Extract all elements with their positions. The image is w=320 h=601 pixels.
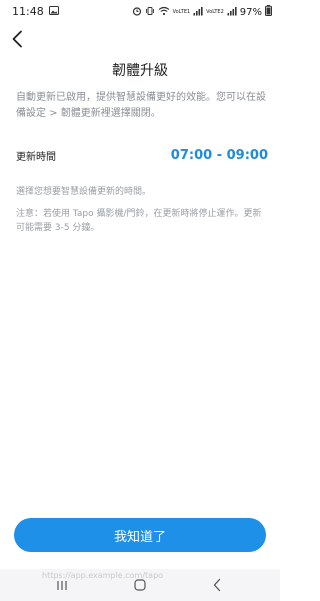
- signal-icon-1: [193, 6, 203, 19]
- gallery-notification-icon: [48, 5, 59, 18]
- status-right: VoLTE1 VoLTE2 97%: [132, 5, 272, 19]
- chevron-left-icon: [12, 30, 22, 48]
- update-time-hint: 選擇您想要智慧設備更新的時間。: [16, 187, 152, 197]
- recent-apps-button[interactable]: [53, 577, 71, 593]
- signal-icon-2: [227, 6, 237, 19]
- page-title: 韌體升級: [112, 63, 168, 79]
- update-time-row[interactable]: 更新時間 07:00 - 09:00: [16, 148, 268, 163]
- vibrate-icon: [145, 6, 155, 19]
- volte1-label: VoLTE1: [172, 8, 191, 15]
- confirm-button[interactable]: 我知道了: [14, 518, 266, 552]
- update-time-label: 更新時間: [16, 152, 56, 163]
- status-bar: 11:48 VoLTE1 VoLTE2 97%: [0, 0, 280, 24]
- wifi-icon: [158, 6, 170, 19]
- system-back-button[interactable]: [208, 577, 226, 593]
- status-left: 11:48: [12, 5, 59, 18]
- battery-icon: [265, 5, 272, 19]
- volte2-label: VoLTE2: [206, 8, 224, 15]
- update-time-value[interactable]: 07:00 - 09:00: [171, 148, 268, 163]
- back-arrow-icon: [213, 578, 221, 592]
- home-button[interactable]: [131, 577, 149, 593]
- status-time: 11:48: [12, 5, 44, 18]
- update-note: 注意：若使用 Tapo 攝影機/門鈴，在更新時將停止運作。更新可能需要 3-5 …: [16, 209, 262, 233]
- intro-text: 自動更新已啟用，提供智慧設備更好的效能。您可以在設備設定 > 韌體更新裡選擇關閉…: [16, 92, 266, 119]
- back-button[interactable]: [6, 28, 28, 50]
- home-icon: [134, 579, 146, 591]
- system-nav-bar: https://app.example.com/tapo: [0, 569, 280, 601]
- recent-apps-icon: [57, 580, 67, 590]
- alarm-icon: [132, 6, 142, 19]
- battery-percent: 97%: [239, 6, 262, 18]
